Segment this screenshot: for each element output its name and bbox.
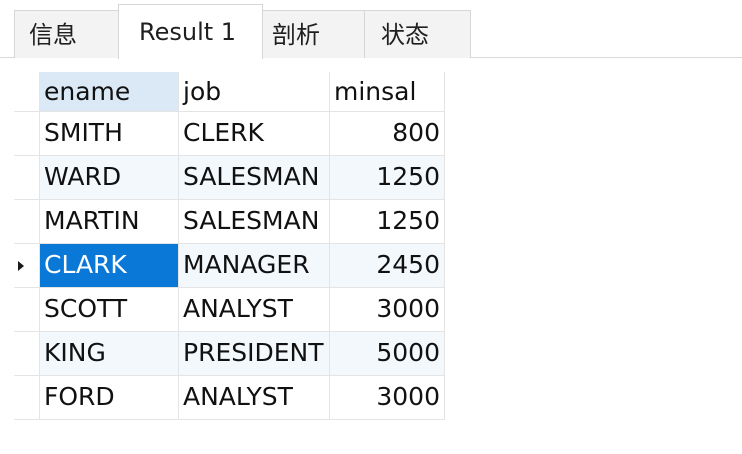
current-row-pointer-icon (18, 261, 24, 271)
row-header[interactable] (14, 288, 40, 332)
table-cell[interactable]: MANAGER (179, 244, 330, 288)
table-cell[interactable]: SCOTT (40, 288, 179, 332)
tab-status[interactable]: 状态 (364, 10, 471, 58)
tab-profile[interactable]: 剖析 (261, 10, 366, 58)
table-cell[interactable]: 3000 (330, 288, 445, 332)
table-cell[interactable]: ANALYST (179, 288, 330, 332)
table-cell[interactable]: MARTIN (40, 200, 179, 244)
table-cell[interactable]: CLERK (179, 112, 330, 156)
column-header-minsal[interactable]: minsal (330, 72, 445, 112)
column-header-job[interactable]: job (179, 72, 330, 112)
row-header[interactable] (14, 156, 40, 200)
tab-info[interactable]: 信息 (14, 10, 120, 58)
selected-cell[interactable]: CLARK (40, 244, 179, 288)
row-header[interactable] (14, 332, 40, 376)
table-cell[interactable]: WARD (40, 156, 179, 200)
table-cell[interactable]: KING (40, 332, 179, 376)
table-cell[interactable]: 1250 (330, 156, 445, 200)
table-cell[interactable]: FORD (40, 376, 179, 420)
table-cell[interactable]: SALESMAN (179, 156, 330, 200)
table-cell[interactable]: PRESIDENT (179, 332, 330, 376)
table-cell[interactable]: SMITH (40, 112, 179, 156)
table-cell[interactable]: ANALYST (179, 376, 330, 420)
tab-result-1[interactable]: Result 1 (118, 4, 263, 59)
row-header[interactable] (14, 376, 40, 420)
table-cell[interactable]: 5000 (330, 332, 445, 376)
row-header[interactable] (14, 200, 40, 244)
table-cell[interactable]: 2450 (330, 244, 445, 288)
row-header-corner (14, 72, 40, 112)
column-header-ename[interactable]: ename (40, 72, 179, 112)
row-header[interactable] (14, 112, 40, 156)
result-tab-bar: 信息 Result 1 剖析 状态 (0, 0, 742, 59)
table-cell[interactable]: 800 (330, 112, 445, 156)
table-cell[interactable]: 3000 (330, 376, 445, 420)
table-cell[interactable]: 1250 (330, 200, 445, 244)
table-cell[interactable]: SALESMAN (179, 200, 330, 244)
